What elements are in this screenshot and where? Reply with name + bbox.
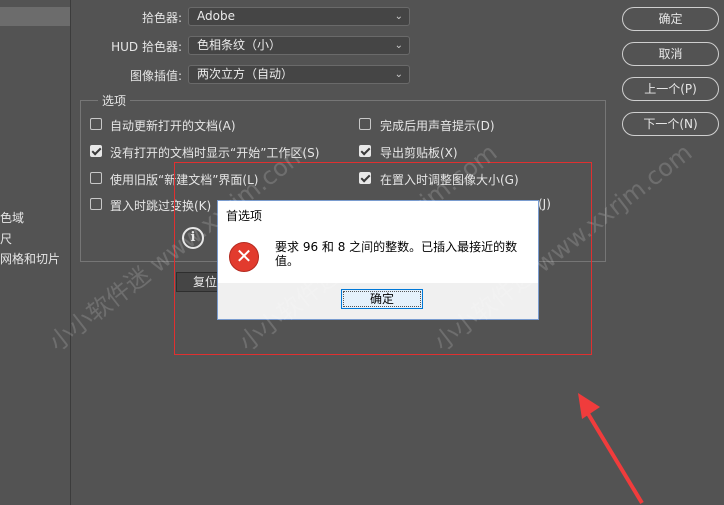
ok-button[interactable]: 确定: [622, 7, 719, 31]
next-button[interactable]: 下一个(N): [622, 112, 719, 136]
sidebar-item-grid-slices[interactable]: 网格和切片: [0, 250, 60, 267]
cancel-button[interactable]: 取消: [622, 42, 719, 66]
arrow-shaft: [582, 405, 644, 505]
error-dialog: 首选项 ✕ 要求 96 和 8 之间的整数。已插入最接近的数值。 确定: [217, 200, 539, 320]
error-icon: ✕: [229, 242, 259, 272]
sidebar-item-gamut[interactable]: 色域: [0, 209, 24, 226]
color-picker-label: 拾色器:: [141, 11, 182, 25]
hud-color-picker-select[interactable]: 色相条纹（小） ⌄: [188, 36, 410, 55]
export-clipboard-label: 导出剪贴板(X): [380, 146, 458, 160]
sound-notify-label: 完成后用声音提示(D): [380, 119, 495, 133]
show-start-workspace-checkbox[interactable]: [90, 145, 102, 157]
dialog-title-bar: 首选项: [218, 201, 538, 228]
dialog-ok-button[interactable]: 确定: [341, 289, 423, 309]
dialog-body: ✕ 要求 96 和 8 之间的整数。已插入最接近的数值。: [218, 228, 538, 283]
show-start-workspace-label: 没有打开的文档时显示“开始”工作区(S): [110, 146, 320, 160]
red-arrow: [578, 393, 644, 505]
legacy-new-doc-checkbox[interactable]: [90, 172, 102, 184]
auto-update-label: 自动更新打开的文档(A): [110, 119, 236, 133]
chevron-down-icon: ⌄: [394, 69, 403, 80]
chevron-down-icon: ⌄: [394, 11, 403, 22]
dialog-title: 首选项: [226, 209, 263, 223]
skip-transform-checkbox[interactable]: [90, 198, 102, 210]
color-picker-select[interactable]: Adobe ⌄: [188, 7, 410, 26]
dialog-message: 要求 96 和 8 之间的整数。已插入最接近的数值。: [275, 240, 518, 268]
chevron-down-icon: ⌄: [394, 40, 403, 51]
prev-button[interactable]: 上一个(P): [622, 77, 719, 101]
auto-update-checkbox[interactable]: [90, 118, 102, 130]
hud-color-picker-label: HUD 拾色器:: [111, 40, 182, 54]
preferences-sidebar: 色域 尺 网格和切片: [0, 0, 71, 505]
sidebar-selected-item[interactable]: [0, 7, 70, 26]
image-interpolation-label: 图像插值:: [129, 69, 182, 83]
hud-color-picker-value: 色相条纹（小）: [197, 38, 282, 52]
export-clipboard-checkbox[interactable]: [359, 145, 371, 157]
sound-notify-checkbox[interactable]: [359, 118, 371, 130]
color-picker-value: Adobe: [197, 9, 235, 23]
sidebar-item-ruler[interactable]: 尺: [0, 230, 12, 247]
image-interpolation-value: 两次立方（自动）: [197, 67, 294, 81]
image-interpolation-select[interactable]: 两次立方（自动） ⌄: [188, 65, 410, 84]
options-group-title: 选项: [98, 92, 131, 109]
